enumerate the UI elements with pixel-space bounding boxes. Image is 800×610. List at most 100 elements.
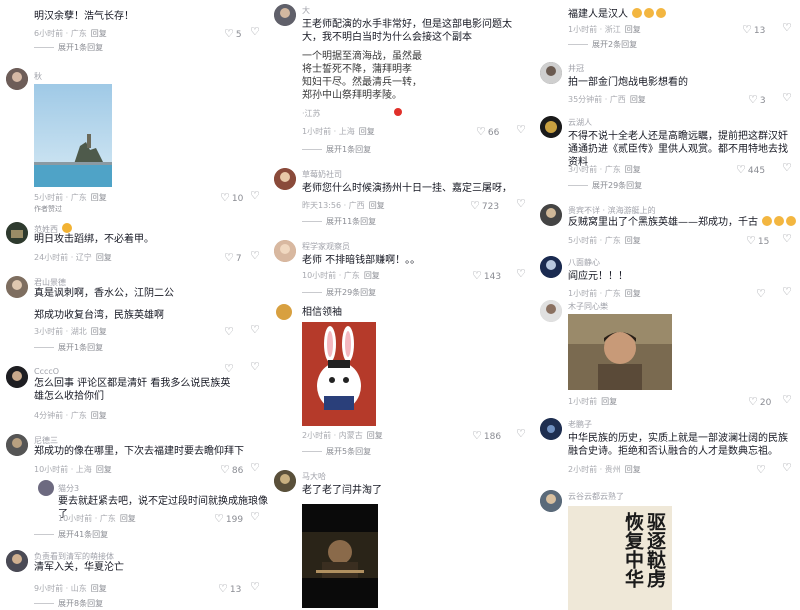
reply-button[interactable]: 回复	[364, 271, 380, 280]
username[interactable]: CcccO	[34, 367, 59, 376]
reply-button[interactable]: 回复	[625, 165, 641, 174]
video-thumbnail[interactable]	[302, 504, 378, 608]
reply-button[interactable]: 回复	[91, 584, 107, 593]
reply-button[interactable]: 回复	[601, 397, 617, 406]
dislike-icon[interactable]: ♡	[782, 161, 792, 174]
expand-replies[interactable]: 展开8条回复	[34, 598, 103, 609]
like-button[interactable]: ♡ 66	[476, 125, 499, 138]
dislike-icon[interactable]: ♡	[782, 91, 792, 104]
expand-replies[interactable]: 展开29条回复	[568, 180, 642, 191]
avatar[interactable]	[540, 116, 562, 138]
dislike-icon[interactable]: ♡	[516, 123, 526, 136]
expand-replies[interactable]: 展开1条回复	[34, 342, 103, 353]
like-button[interactable]: ♡	[756, 287, 768, 300]
sticker-image[interactable]	[302, 322, 376, 426]
username[interactable]: 程学家观察员	[302, 241, 350, 252]
username[interactable]: 老鹏子	[568, 419, 592, 430]
dislike-icon[interactable]: ♡	[782, 393, 792, 406]
reply-button[interactable]: 回复	[367, 431, 383, 440]
expand-replies[interactable]: 展开2条回复	[568, 39, 637, 50]
dislike-icon[interactable]: ♡	[250, 25, 260, 38]
avatar[interactable]	[274, 4, 296, 26]
avatar[interactable]	[540, 418, 562, 440]
reply-button[interactable]: 回复	[625, 236, 641, 245]
dislike-icon[interactable]: ♡	[250, 323, 260, 336]
like-button[interactable]: ♡ 20	[748, 395, 771, 408]
avatar[interactable]	[6, 366, 28, 388]
comment-image[interactable]	[568, 314, 672, 390]
reply-button[interactable]: 回复	[625, 289, 641, 298]
username[interactable]: 贵宾不详 · 滨海游艇上的	[568, 205, 656, 216]
dislike-icon[interactable]: ♡	[782, 232, 792, 245]
avatar[interactable]	[274, 470, 296, 492]
reply-button[interactable]: 回复	[120, 514, 136, 523]
dislike-icon[interactable]: ♡	[516, 267, 526, 280]
username[interactable]: 大	[302, 5, 310, 16]
like-button[interactable]: ♡ 199	[214, 512, 243, 525]
dislike-icon[interactable]: ♡	[782, 285, 792, 298]
like-button[interactable]: ♡ 3	[748, 93, 766, 106]
like-button[interactable]: ♡ 13	[742, 23, 765, 36]
comment-image[interactable]	[34, 84, 112, 187]
avatar[interactable]	[6, 550, 28, 572]
expand-replies[interactable]: 展开1条回复	[302, 144, 371, 155]
avatar[interactable]	[540, 204, 562, 226]
expand-replies[interactable]: 展开41条回复	[34, 529, 108, 540]
like-button[interactable]: ♡ 7	[224, 251, 242, 264]
avatar[interactable]	[274, 240, 296, 262]
reply-button[interactable]: 回复	[359, 127, 375, 136]
username[interactable]: 八面静心	[568, 257, 600, 268]
username[interactable]: 草莓奶社司	[302, 169, 342, 180]
dislike-icon[interactable]: ♡	[250, 249, 260, 262]
expand-replies[interactable]: 展开29条回复	[302, 287, 376, 298]
expand-replies[interactable]: 展开5条回复	[302, 446, 371, 457]
like-button[interactable]: ♡ 186	[472, 429, 501, 442]
username[interactable]: 木子同心樂	[568, 301, 608, 312]
username[interactable]: 井冠	[568, 63, 584, 74]
reply-button[interactable]: 回复	[625, 465, 641, 474]
reply-button[interactable]: 回复	[96, 253, 112, 262]
like-button[interactable]: ♡ 445	[736, 163, 765, 176]
like-button[interactable]: ♡ 143	[472, 269, 501, 282]
username[interactable]: 云谷云都云熟了	[568, 491, 624, 502]
calligraphy-image[interactable]: 驱逐鞑虏 恢复中华	[568, 506, 672, 610]
like-button[interactable]: ♡ 15	[746, 234, 769, 247]
dislike-icon[interactable]: ♡	[782, 461, 792, 474]
like-button[interactable]: ♡ 10	[220, 191, 243, 204]
reply-button[interactable]: 回复	[91, 411, 107, 420]
reply-button[interactable]: 回复	[91, 29, 107, 38]
avatar[interactable]	[540, 300, 562, 322]
like-button[interactable]: ♡	[756, 463, 768, 476]
avatar[interactable]	[38, 480, 54, 496]
like-button[interactable]: ♡ 723	[470, 199, 499, 212]
reply-button[interactable]: 回复	[369, 201, 385, 210]
like-button[interactable]: ♡	[224, 362, 236, 375]
avatar[interactable]	[6, 434, 28, 456]
avatar[interactable]	[540, 62, 562, 84]
dislike-icon[interactable]: ♡	[250, 510, 260, 523]
username[interactable]: 秋	[34, 71, 42, 82]
like-button[interactable]: ♡	[224, 325, 236, 338]
username[interactable]: 马大哈	[302, 471, 326, 482]
reply-button[interactable]: 回复	[96, 465, 112, 474]
expand-replies[interactable]: 展开11条回复	[302, 216, 376, 227]
dislike-icon[interactable]: ♡	[250, 189, 260, 202]
avatar[interactable]	[274, 168, 296, 190]
dislike-icon[interactable]: ♡	[250, 360, 260, 373]
avatar[interactable]	[6, 276, 28, 298]
avatar[interactable]	[540, 490, 562, 512]
username[interactable]: 云湖人	[568, 117, 592, 128]
avatar[interactable]	[6, 68, 28, 90]
username[interactable]: 猫分3	[58, 483, 79, 494]
avatar[interactable]	[540, 256, 562, 278]
expand-replies[interactable]: 展开1条回复	[34, 42, 103, 53]
like-button[interactable]: ♡ 5	[224, 27, 242, 40]
reply-button[interactable]: 回复	[630, 95, 646, 104]
dislike-icon[interactable]: ♡	[516, 197, 526, 210]
dislike-icon[interactable]: ♡	[250, 461, 260, 474]
reply-button[interactable]: 回复	[625, 25, 641, 34]
avatar[interactable]	[276, 304, 292, 320]
like-button[interactable]: ♡ 13	[218, 582, 241, 595]
dislike-icon[interactable]: ♡	[782, 21, 792, 34]
dislike-icon[interactable]: ♡	[516, 427, 526, 440]
